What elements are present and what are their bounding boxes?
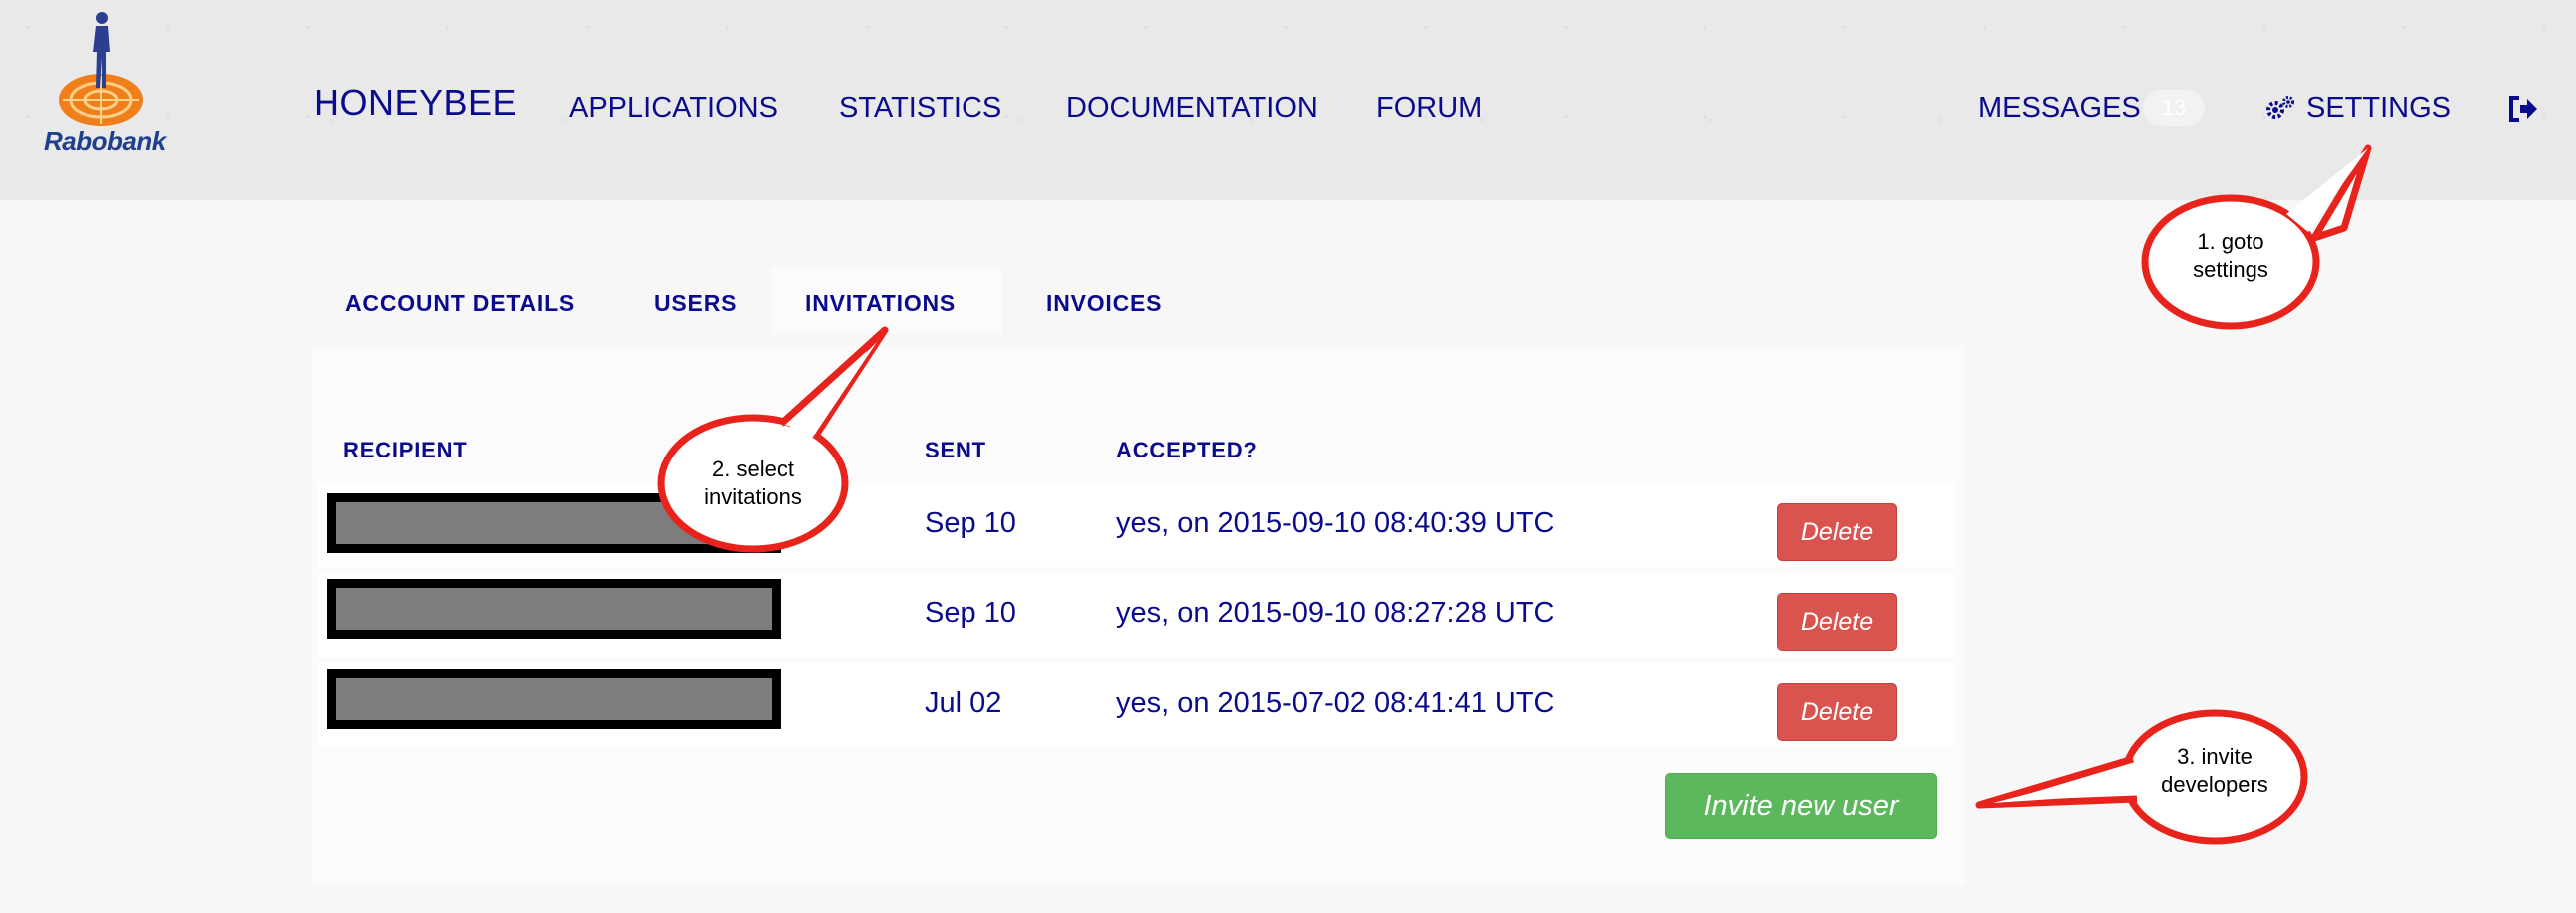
redacted-recipient bbox=[327, 669, 781, 729]
invite-new-user-button[interactable]: Invite new user bbox=[1665, 773, 1937, 839]
accepted-status: yes, on 2015-09-10 08:27:28 UTC bbox=[1116, 597, 1555, 629]
sent-date: Jul 02 bbox=[925, 687, 1002, 719]
delete-button[interactable]: Delete bbox=[1777, 683, 1897, 741]
sent-date: Sep 10 bbox=[925, 597, 1016, 629]
column-header-recipient: RECIPIENT bbox=[343, 438, 468, 462]
accepted-status: yes, on 2015-09-10 08:40:39 UTC bbox=[1116, 507, 1555, 539]
messages-count-badge: 13 bbox=[2143, 90, 2205, 126]
nav-statistics[interactable]: STATISTICS bbox=[839, 92, 1001, 125]
callout-invitations-text: 2. select invitations bbox=[687, 456, 819, 511]
callout-settings-line1: 1. goto bbox=[2197, 229, 2264, 254]
delete-button[interactable]: Delete bbox=[1777, 503, 1897, 561]
tab-account-details[interactable]: ACCOUNT DETAILS bbox=[345, 290, 575, 317]
callout-settings-text: 1. goto settings bbox=[2171, 228, 2290, 284]
logo-text: Rabobank bbox=[44, 126, 166, 156]
tab-invitations[interactable]: INVITATIONS bbox=[805, 290, 956, 317]
gear-icon bbox=[2266, 96, 2294, 119]
callout-invite-line1: 3. invite bbox=[2177, 744, 2253, 769]
callout-invitations-line1: 2. select bbox=[712, 456, 794, 481]
callout-invite-text: 3. invite developers bbox=[2149, 743, 2280, 799]
callout-invite-line2: developers bbox=[2161, 772, 2268, 797]
delete-button[interactable]: Delete bbox=[1777, 593, 1897, 651]
tab-invoices[interactable]: INVOICES bbox=[1046, 290, 1162, 317]
tab-users[interactable]: USERS bbox=[654, 290, 737, 317]
nav-applications[interactable]: APPLICATIONS bbox=[569, 92, 778, 125]
column-header-sent: SENT bbox=[925, 438, 986, 462]
brand-link[interactable]: HONEYBEE bbox=[314, 82, 517, 124]
nav-documentation[interactable]: DOCUMENTATION bbox=[1066, 92, 1318, 125]
callout-settings-line2: settings bbox=[2193, 257, 2268, 282]
callout-invitations-line2: invitations bbox=[704, 484, 802, 509]
accepted-status: yes, on 2015-07-02 08:41:41 UTC bbox=[1116, 687, 1555, 719]
sent-date: Sep 10 bbox=[925, 507, 1016, 539]
logout-icon[interactable] bbox=[2508, 96, 2538, 122]
column-header-accepted: ACCEPTED? bbox=[1116, 438, 1258, 462]
nav-messages[interactable]: MESSAGES bbox=[1978, 92, 2141, 125]
nav-settings[interactable]: SETTINGS bbox=[2306, 92, 2451, 125]
nav-forum[interactable]: FORUM bbox=[1376, 92, 1482, 125]
redacted-recipient bbox=[327, 579, 781, 639]
